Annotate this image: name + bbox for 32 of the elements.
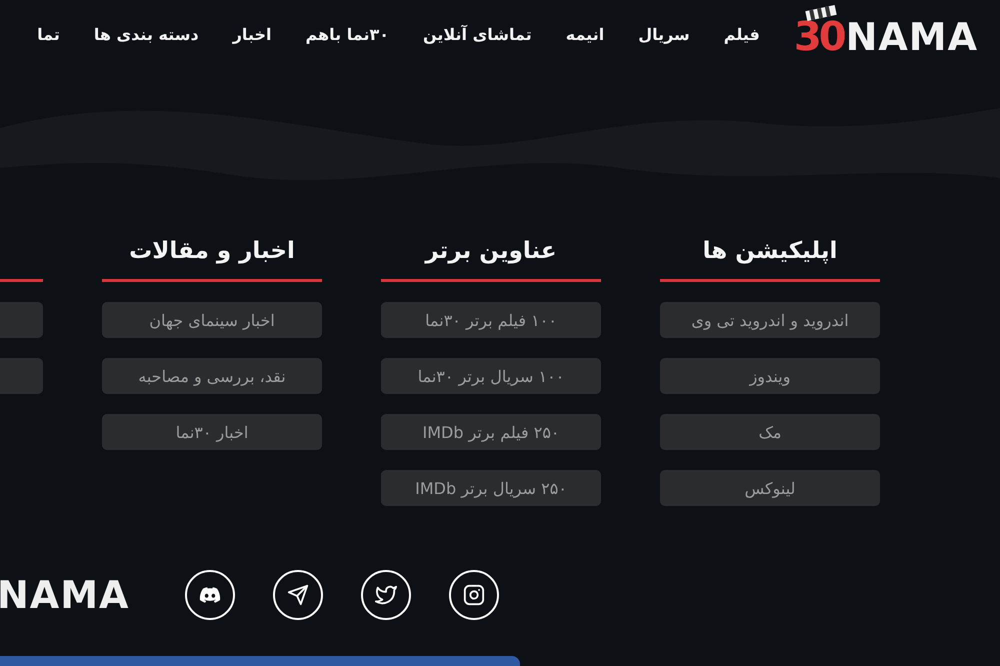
column-title: عناوین برتر <box>423 237 558 266</box>
column-title: اخبار و مقالات <box>128 237 296 266</box>
column-title: اپلیکیشن ها <box>702 237 838 266</box>
footer-link[interactable]: اخبار ۳۰نما <box>102 414 322 450</box>
footer-link[interactable]: ۱۰۰ فیلم برتر ۳۰نما <box>381 302 601 338</box>
instagram-icon <box>463 584 486 606</box>
footer-link[interactable]: اندروید و اندروید تی وی <box>660 302 880 338</box>
footer-link[interactable]: ۱۰۰ سریال برتر ۳۰نما <box>381 358 601 394</box>
bird-icon <box>375 584 398 606</box>
nav-link[interactable]: اخبار <box>232 24 272 44</box>
nav-link[interactable]: فیلم <box>724 24 760 44</box>
nav-link[interactable]: تما <box>37 24 60 44</box>
nav-link[interactable]: سریال <box>638 24 690 44</box>
social-button[interactable] <box>449 570 500 620</box>
nav-link[interactable]: انیمه <box>566 24 604 44</box>
footer-link[interactable]: ویندوز <box>660 358 880 394</box>
footer-link[interactable]: لینوکس <box>660 470 880 506</box>
footer-link[interactable]: نقد، بررسی و مصاحبه <box>102 358 322 394</box>
nav-link[interactable]: دسته بندی ها <box>94 24 199 44</box>
logo-text: NAMA <box>0 573 130 617</box>
clapper-icon <box>804 5 838 21</box>
nav-link[interactable]: تماشای آنلاین <box>422 24 532 44</box>
footer-link[interactable]: ۲۵۰ فیلم برتر IMDb <box>381 414 601 450</box>
footer-link[interactable]: ۲۵۰ سریال برتر IMDb <box>381 470 601 506</box>
footer-link[interactable]: اخبار سینمای جهان <box>102 302 322 338</box>
social-button[interactable] <box>185 570 236 620</box>
footer-link[interactable]: مک <box>660 414 880 450</box>
social-button[interactable] <box>273 570 324 620</box>
nav-link[interactable]: ۳۰نما باهم <box>305 24 389 44</box>
paper-plane-icon <box>287 584 310 606</box>
logo-text: NAMA <box>846 14 978 56</box>
social-button[interactable] <box>361 570 412 620</box>
